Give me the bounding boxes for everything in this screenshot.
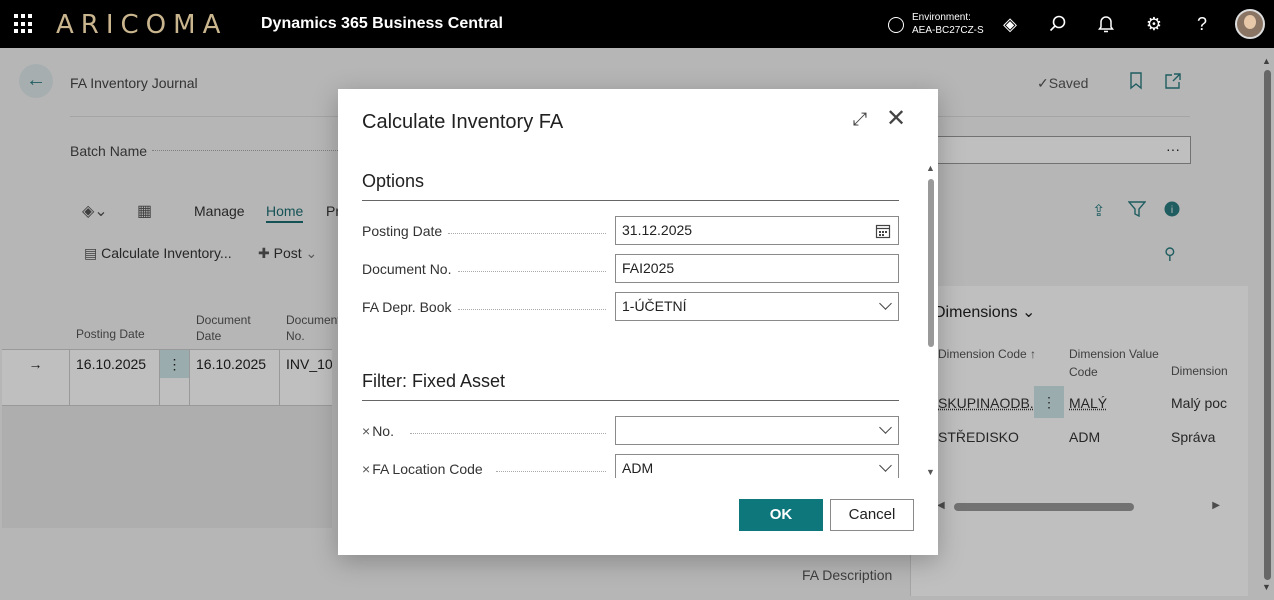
fa-depr-book-label: FA Depr. Book [362,299,452,315]
expand-icon[interactable]: ⤢ [850,109,870,129]
dialog-title: Calculate Inventory FA [362,111,564,133]
chevron-down-icon [879,459,892,472]
field-leader [448,233,606,234]
calendar-icon[interactable] [875,217,891,248]
ok-button[interactable]: OK [739,499,823,531]
field-leader [458,309,606,310]
filter-no-label: × No. [362,423,394,439]
posting-date-field[interactable]: 31.12.2025 [615,216,899,245]
environment-value: AEA-BC27CZ-S [912,25,984,36]
environment-icon [888,17,904,33]
filter-fa-location-code-label: × FA Location Code [362,461,483,477]
product-name[interactable]: Dynamics 365 Business Central [261,15,503,33]
fa-depr-book-select[interactable]: 1-ÚČETNÍ [615,292,899,321]
calculate-inventory-dialog: Calculate Inventory FA ⤢ ✕ Options Posti… [338,89,938,555]
field-leader [496,471,606,472]
posting-date-label: Posting Date [362,223,443,239]
close-icon[interactable]: ✕ [884,107,908,131]
field-leader [458,271,606,272]
field-leader [410,433,606,434]
filter-no-select[interactable] [615,416,899,445]
search-icon[interactable] [1046,12,1070,36]
top-bar: ARICOMA Dynamics 365 Business Central En… [0,0,1274,48]
remove-filter-icon[interactable]: × [362,423,370,439]
chevron-down-icon [879,421,892,434]
document-no-field[interactable]: FAI2025 [615,254,899,283]
dialog-vertical-scrollbar[interactable]: ▲ ▼ [926,163,936,477]
dialog-content: Options Posting Date 31.12.2025 Document… [338,153,938,478]
cancel-button[interactable]: Cancel [830,499,914,531]
environment-info[interactable]: Environment: AEA-BC27CZ-S [888,11,984,37]
help-icon[interactable]: ? [1190,12,1214,36]
section-filter-fixed-asset[interactable]: Filter: Fixed Asset [362,371,899,401]
copilot-icon[interactable]: ◈ [998,12,1022,36]
avatar[interactable] [1235,9,1265,39]
document-no-label: Document No. [362,261,452,277]
chevron-down-icon [879,297,892,310]
gear-icon[interactable]: ⚙ [1142,12,1166,36]
app-launcher-icon[interactable] [14,14,34,34]
filter-fa-location-code-select[interactable]: ADM [615,454,899,478]
section-options[interactable]: Options [362,171,899,201]
remove-filter-icon[interactable]: × [362,461,370,477]
bell-icon[interactable] [1094,12,1118,36]
brand-logo: ARICOMA [56,10,228,40]
environment-label: Environment: [912,12,971,23]
